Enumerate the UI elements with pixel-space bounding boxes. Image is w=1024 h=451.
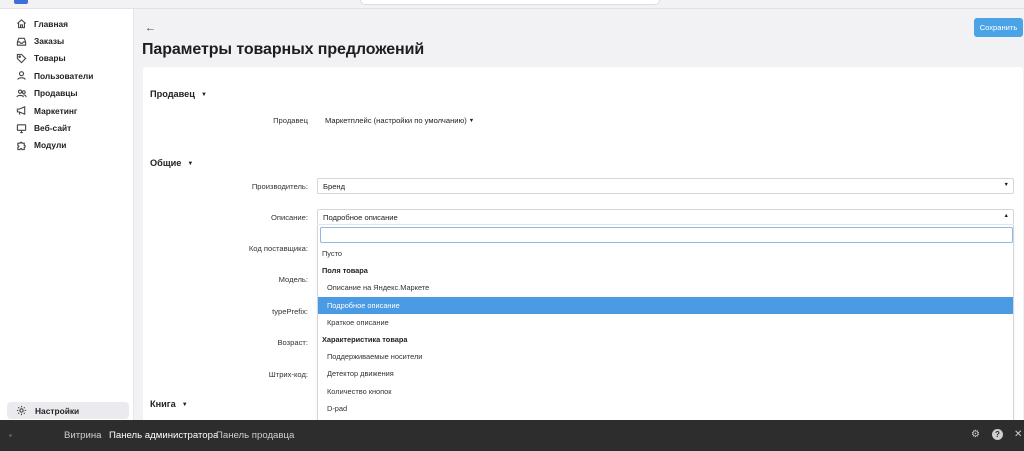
dropdown-option[interactable]: Детектор движения <box>318 365 1013 382</box>
dropdown-option[interactable]: Подробное описание <box>318 296 1013 314</box>
sidebar-item-website[interactable]: Веб-сайт <box>0 119 133 136</box>
sidebar-item-label: Пользователи <box>34 70 94 81</box>
seller-value: Маркетплейс (настройки по умолчанию) <box>325 116 467 125</box>
monitor-icon <box>15 122 27 134</box>
users-icon <box>15 87 27 99</box>
sidebar-item-modules[interactable]: Модули <box>0 137 133 154</box>
sidebar: Главная Заказы Товары Пользователи Прода… <box>0 9 134 420</box>
page-title: Параметры товарных предложений <box>142 41 425 58</box>
megaphone-icon <box>15 105 27 117</box>
sidebar-item-label: Товары <box>34 53 66 64</box>
chevron-down-icon: ▼ <box>1003 182 1009 188</box>
model-label: Модель: <box>278 275 308 284</box>
description-select[interactable]: Подробное описание ▲ <box>317 209 1014 225</box>
sidebar-item-marketing[interactable]: Маркетинг <box>0 102 133 119</box>
sidebar-item-label: Заказы <box>34 36 65 47</box>
puzzle-icon <box>15 139 27 151</box>
main-content: ← Параметры товарных предложений Сохрани… <box>135 9 1024 422</box>
manufacturer-value: Бренд <box>323 181 346 191</box>
sidebar-item-products[interactable]: Товары <box>0 50 133 67</box>
link-admin-panel[interactable]: Панель администратора <box>109 430 218 441</box>
save-button[interactable]: Сохранить <box>974 18 1023 37</box>
sidebar-item-label: Продавцы <box>34 88 78 99</box>
gear-icon[interactable]: ⚙ <box>971 429 980 440</box>
chevron-up-icon: ▲ <box>1003 213 1009 219</box>
dropdown-option[interactable]: D-pad <box>318 400 1013 417</box>
type-prefix-label: typePrefix: <box>272 307 308 316</box>
sidebar-nav: Главная Заказы Товары Пользователи Прода… <box>0 9 133 154</box>
section-book-toggle[interactable]: Книга ▼ <box>150 399 188 409</box>
section-title: Книга <box>150 399 176 409</box>
sidebar-item-label: Маркетинг <box>34 105 78 116</box>
grip-icon[interactable]: ▪ <box>9 431 12 440</box>
supplier-code-label: Код поставщика: <box>248 244 308 253</box>
chevron-down-icon: ▼ <box>200 92 207 98</box>
back-arrow-icon[interactable]: ← <box>145 22 156 34</box>
inbox-icon <box>15 35 27 47</box>
description-value: Подробное описание <box>323 212 398 222</box>
sidebar-item-users[interactable]: Пользователи <box>0 67 133 84</box>
section-title: Продавец <box>150 89 195 99</box>
section-seller-toggle[interactable]: Продавец ▼ <box>150 89 207 99</box>
sidebar-item-sellers[interactable]: Продавцы <box>0 85 133 102</box>
sidebar-item-label: Веб-сайт <box>34 123 72 134</box>
sidebar-item-orders[interactable]: Заказы <box>0 32 133 49</box>
age-label: Возраст: <box>277 338 308 347</box>
top-strip <box>0 0 1024 9</box>
sidebar-item-home[interactable]: Главная <box>0 15 133 32</box>
description-dropdown: Пусто Поля товара Описание на Яндекс.Марке… <box>317 225 1014 422</box>
seller-select[interactable]: Маркетплейс (настройки по умолчанию) ▼ <box>325 116 474 125</box>
dropdown-option[interactable]: Краткое описание <box>318 314 1013 331</box>
dropdown-option[interactable]: Поддерживаемые носители <box>318 348 1013 365</box>
close-icon[interactable]: ✕ <box>1014 429 1022 440</box>
sidebar-item-label: Главная <box>34 18 69 29</box>
section-general-toggle[interactable]: Общие ▼ <box>150 158 193 168</box>
manufacturer-select[interactable]: Бренд ▼ <box>317 178 1014 194</box>
dropdown-group-header: Поля товара <box>322 266 368 276</box>
description-label: Описание: <box>270 213 308 222</box>
dropdown-search-input[interactable] <box>320 227 1013 243</box>
chevron-down-icon: ▼ <box>187 161 194 167</box>
tag-icon <box>15 52 27 64</box>
manufacturer-label: Производитель: <box>251 182 308 191</box>
link-seller-panel[interactable]: Панель продавца <box>216 430 294 441</box>
barcode-label: Штрих-код: <box>268 370 308 379</box>
sidebar-item-settings[interactable]: Настройки <box>7 402 129 419</box>
sidebar-item-label: Настройки <box>35 405 80 416</box>
dropdown-option[interactable]: Пусто <box>318 245 1013 262</box>
settings-card: Продавец ▼ Продавец Маркетплейс (настройк… <box>143 67 1023 422</box>
section-title: Общие <box>150 158 182 168</box>
global-search-input[interactable] <box>360 0 660 5</box>
gear-icon <box>16 405 27 416</box>
dropdown-options: Пусто Поля товара Описание на Яндекс.Марке… <box>318 245 1013 417</box>
seller-label: Продавец <box>273 116 308 125</box>
dropdown-option[interactable]: Количество кнопок <box>318 383 1013 400</box>
logo[interactable] <box>14 0 28 4</box>
sidebar-item-label: Модули <box>34 140 67 151</box>
dropdown-option[interactable]: Описание на Яндекс.Маркете <box>318 279 1013 296</box>
chevron-down-icon: ▼ <box>181 402 188 408</box>
home-icon <box>15 18 27 30</box>
dropdown-group-header: Характеристика товара <box>322 335 408 345</box>
user-icon <box>15 70 27 82</box>
chevron-down-icon: ▼ <box>468 118 475 124</box>
link-storefront[interactable]: Витрина <box>64 430 101 441</box>
help-icon[interactable]: ? <box>992 429 1003 440</box>
bottom-toolbar: ▪ Витрина Панель администратора Панель п… <box>0 420 1024 451</box>
